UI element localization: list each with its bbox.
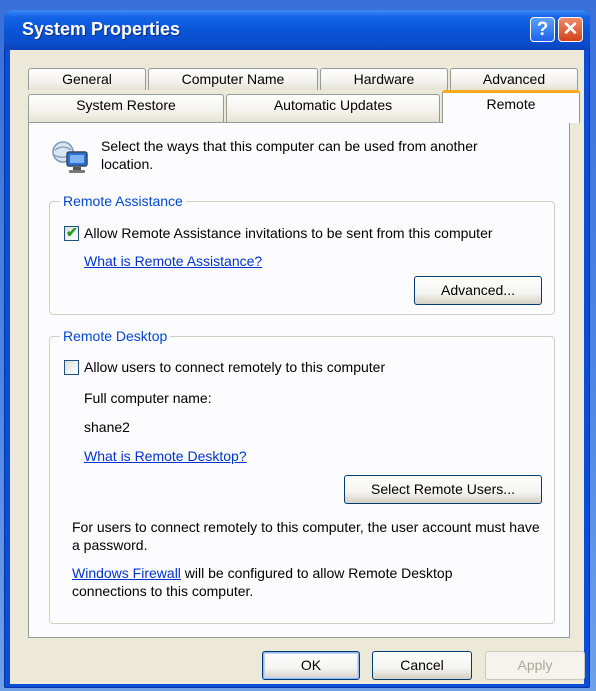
tab-advanced[interactable]: Advanced: [450, 68, 578, 90]
ok-button[interactable]: OK: [262, 651, 360, 680]
remote-assistance-checkbox-label[interactable]: Allow Remote Assistance invitations to b…: [84, 224, 493, 242]
remote-desktop-checkbox-label[interactable]: Allow users to connect remotely to this …: [84, 358, 385, 376]
computer-network-icon: [52, 141, 88, 173]
dialog-client-area: General Computer Name Hardware Advanced …: [10, 50, 585, 684]
select-remote-users-button[interactable]: Select Remote Users...: [344, 475, 542, 504]
cancel-button[interactable]: Cancel: [372, 651, 472, 680]
what-is-remote-assistance-link[interactable]: What is Remote Assistance?: [84, 252, 262, 270]
tab-remote[interactable]: Remote: [442, 90, 580, 123]
tab-automatic-updates[interactable]: Automatic Updates: [226, 94, 440, 122]
firewall-note: Windows Firewall will be configured to a…: [72, 564, 512, 600]
tab-system-restore[interactable]: System Restore: [28, 94, 224, 122]
window-title: System Properties: [22, 19, 181, 39]
windows-firewall-link[interactable]: Windows Firewall: [72, 565, 181, 581]
remote-assistance-checkbox[interactable]: ✔: [64, 224, 79, 241]
what-is-remote-desktop-link[interactable]: What is Remote Desktop?: [84, 447, 247, 465]
system-properties-dialog: System Properties ? ✕ General Computer N…: [4, 10, 590, 688]
apply-button[interactable]: Apply: [485, 651, 585, 680]
checkmark-icon: ✔: [66, 224, 78, 240]
remote-desktop-checkbox[interactable]: [64, 360, 79, 375]
intro-text: Select the ways that this computer can b…: [101, 138, 478, 172]
advanced-button[interactable]: Advanced...: [414, 276, 542, 305]
full-computer-name-label: Full computer name:: [84, 390, 212, 406]
remote-assistance-group-label: Remote Assistance: [60, 192, 186, 210]
tab-general[interactable]: General: [28, 68, 146, 90]
tab-computer-name[interactable]: Computer Name: [148, 68, 318, 90]
password-note: For users to connect remotely to this co…: [72, 519, 540, 553]
tab-hardware[interactable]: Hardware: [320, 68, 448, 90]
remote-tab-panel: Select the ways that this computer can b…: [28, 122, 570, 638]
help-button[interactable]: ?: [530, 17, 555, 42]
computer-name-value: shane2: [84, 419, 130, 435]
title-bar[interactable]: System Properties ? ✕: [4, 10, 590, 50]
remote-desktop-group: Remote Desktop Allow users to connect re…: [49, 327, 555, 624]
close-button[interactable]: ✕: [558, 17, 583, 42]
remote-desktop-group-label: Remote Desktop: [60, 327, 171, 345]
remote-assistance-group: Remote Assistance ✔ Allow Remote Assista…: [49, 192, 555, 315]
